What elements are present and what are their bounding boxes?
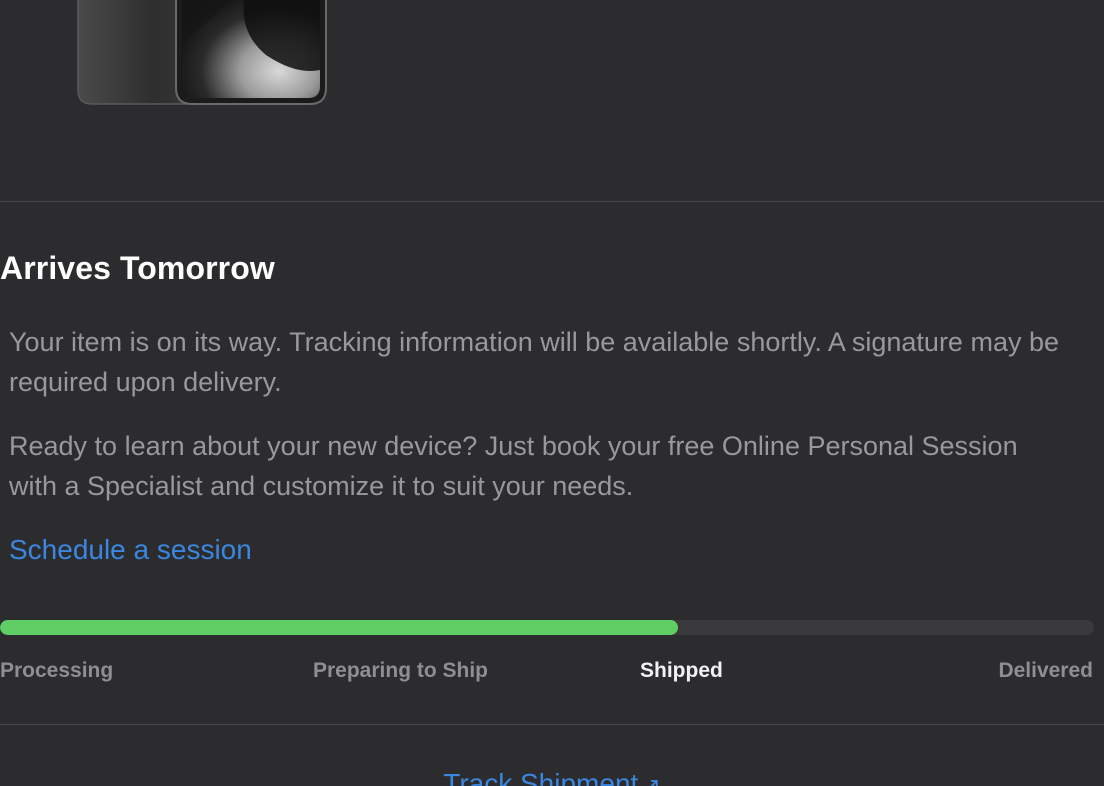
step-delivered: Delivered — [998, 659, 1093, 682]
schedule-session-link[interactable]: Schedule a session — [9, 530, 252, 570]
shipment-progress-bar — [0, 620, 1094, 635]
product-image — [77, 0, 327, 105]
shipment-progress-fill — [0, 620, 679, 635]
section-divider — [0, 724, 1104, 725]
section-divider — [0, 201, 1104, 202]
shipping-message: Your item is on its way. Tracking inform… — [9, 327, 1059, 397]
order-status-page: Arrives Tomorrow Your item is on its way… — [0, 0, 1104, 786]
external-arrow-icon: ↗ — [642, 773, 661, 786]
step-preparing-to-ship: Preparing to Ship — [313, 659, 489, 682]
session-promo: Ready to learn about your new device? Ju… — [9, 431, 1018, 501]
track-shipment-link[interactable]: Track Shipment ↗ — [0, 764, 1104, 786]
track-shipment-label: Track Shipment — [443, 768, 639, 786]
step-shipped: Shipped — [640, 659, 723, 682]
step-processing: Processing — [0, 659, 114, 682]
delivery-heading: Arrives Tomorrow — [0, 250, 275, 286]
